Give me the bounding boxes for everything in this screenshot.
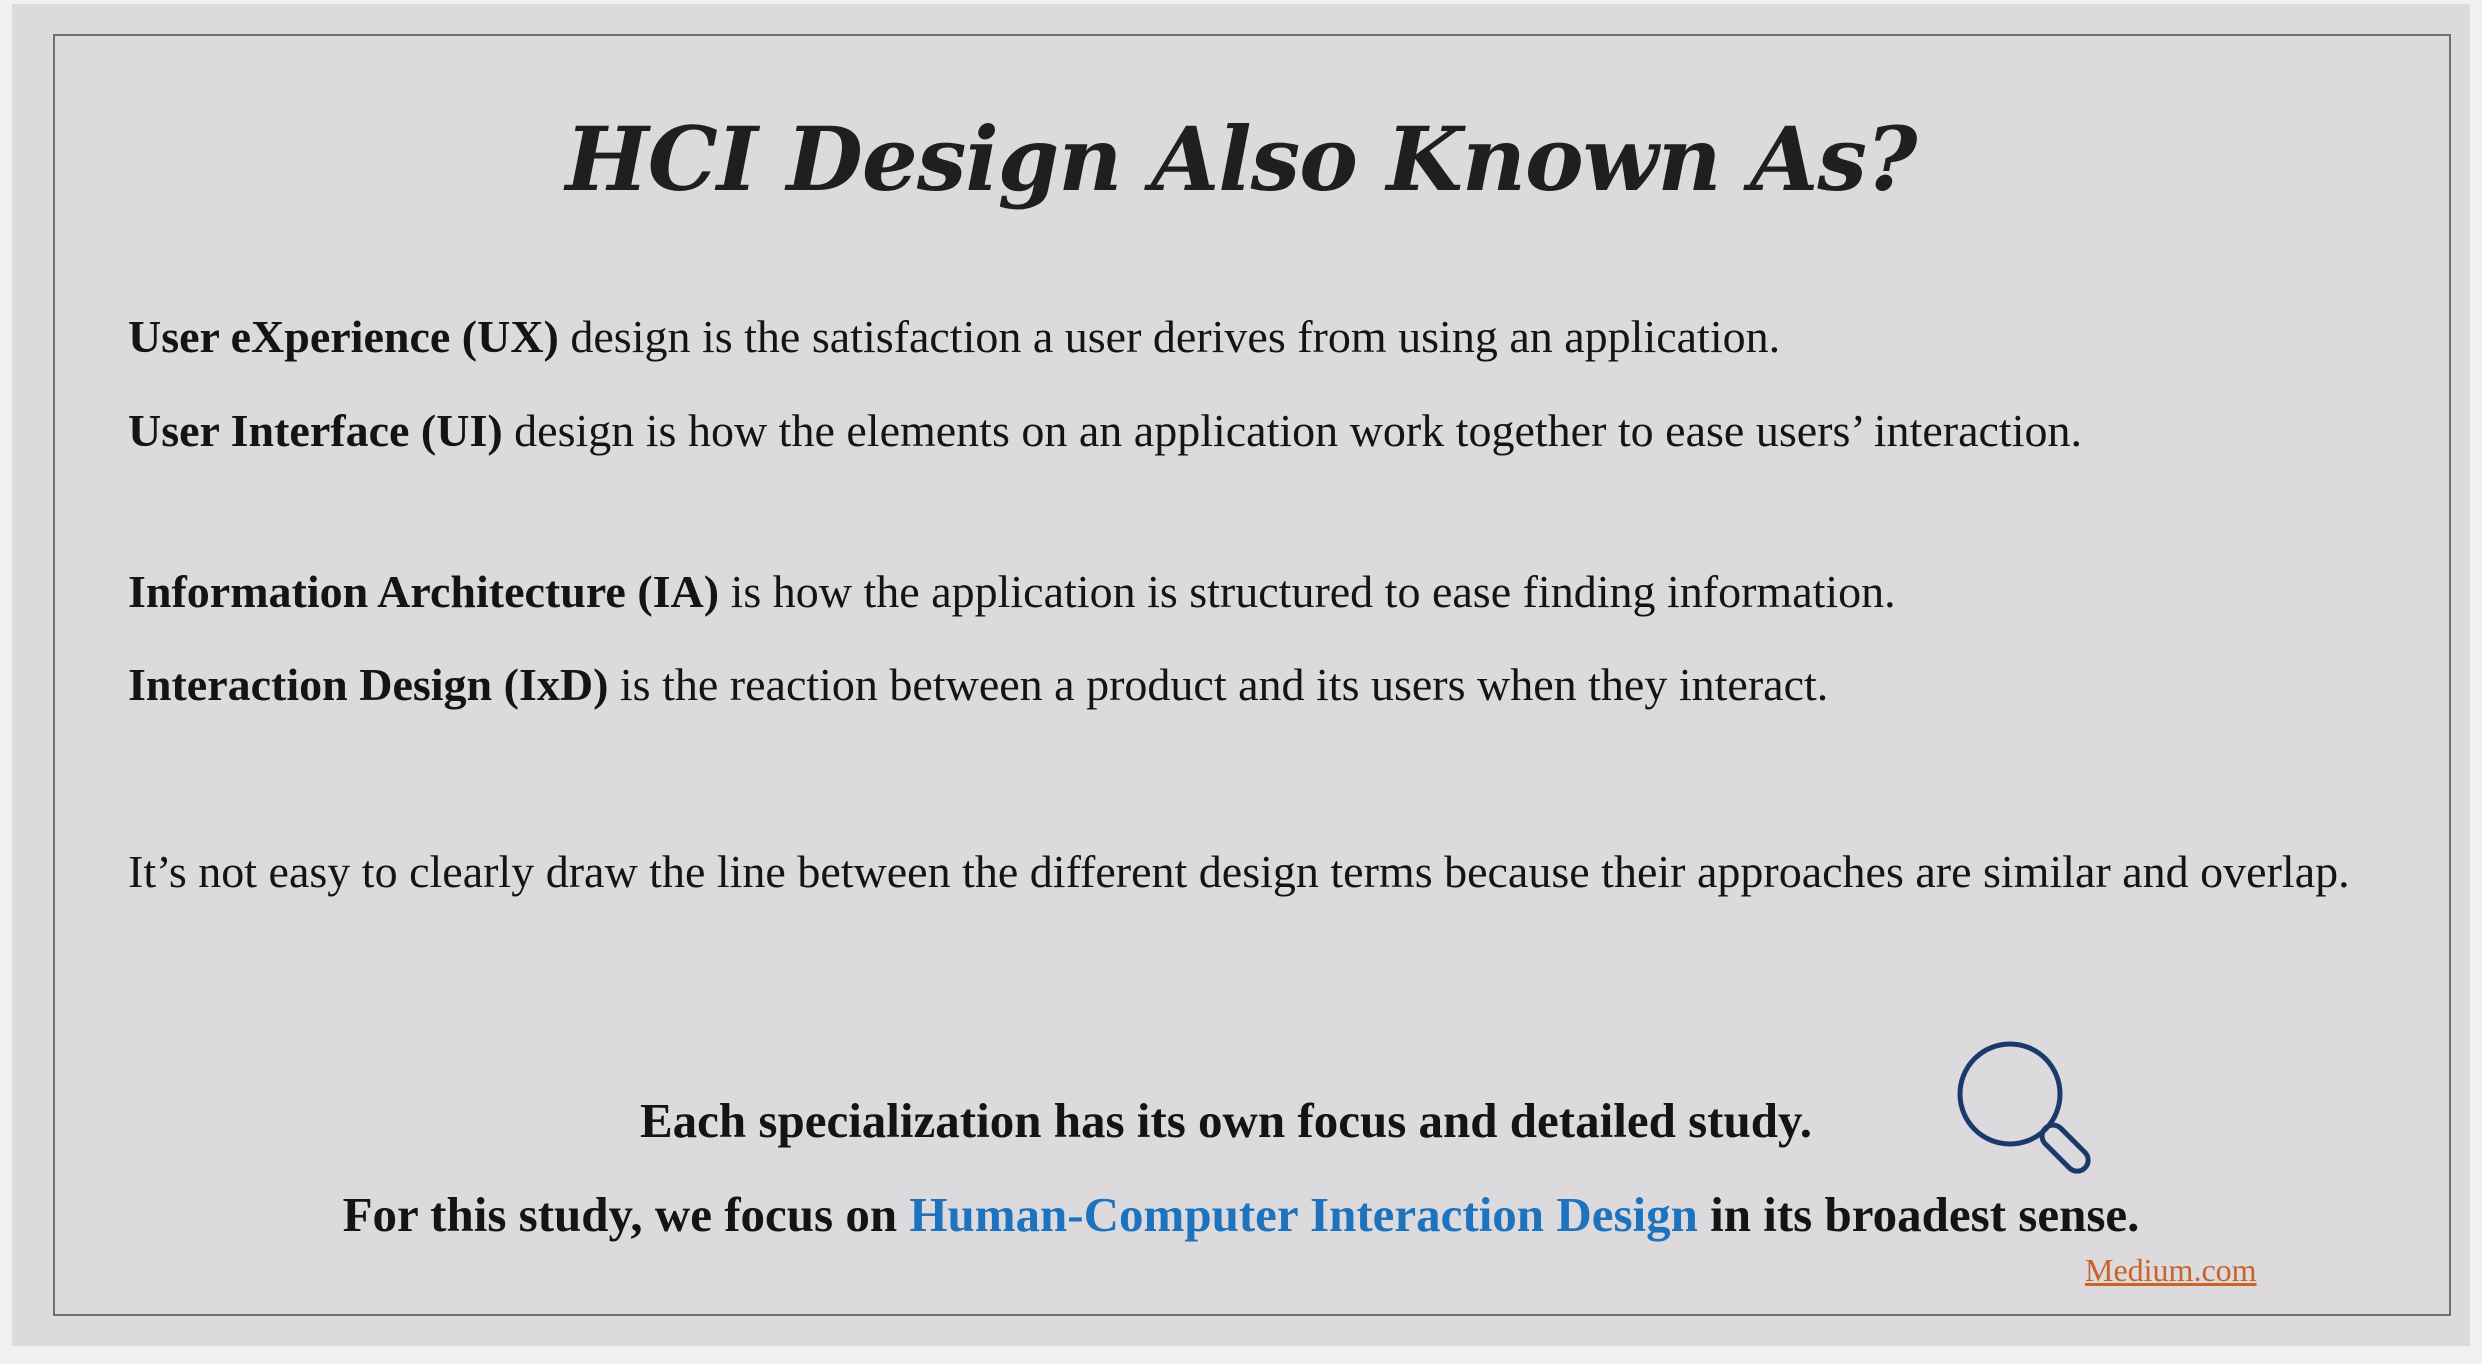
emphasis-line: Each specialization has its own focus an… <box>0 1086 2482 1156</box>
focus-highlight: Human-Computer Interaction Design <box>909 1187 1698 1242</box>
search-icon <box>1957 1041 2091 1174</box>
definition-text: is the reaction between a product and it… <box>608 659 1829 710</box>
overlap-note: It’s not easy to clearly draw the line b… <box>128 846 2350 897</box>
focus-text-after: in its broadest sense. <box>1697 1187 2140 1242</box>
definition-term: Information Architecture (IA) <box>128 566 720 617</box>
emphasis-text: Each specialization has its own focus an… <box>639 1093 1813 1148</box>
definition-text: is how the application is structured to … <box>719 566 1896 617</box>
definition-ui: User Interface (UI) design is how the el… <box>128 396 2358 466</box>
slide-title: HCI Design Also Known As? <box>565 107 1918 211</box>
source-link[interactable]: Medium.com <box>2085 1250 2257 1290</box>
definition-text: design is how the elements on an applica… <box>502 405 2082 456</box>
definition-ixd: Interaction Design (IxD) is the reaction… <box>128 650 2358 720</box>
definition-ux: User eXperience (UX) design is the satis… <box>128 302 2358 372</box>
definition-term: User Interface (UI) <box>128 405 503 456</box>
definition-term: Interaction Design (IxD) <box>128 659 609 710</box>
definition-term: User eXperience (UX) <box>128 311 559 362</box>
definition-ia: Information Architecture (IA) is how the… <box>128 557 2358 627</box>
focus-line: For this study, we focus on Human-Comput… <box>0 1180 2482 1250</box>
focus-text-before: For this study, we focus on <box>342 1187 910 1242</box>
definition-text: design is the satisfaction a user derive… <box>558 311 1781 362</box>
